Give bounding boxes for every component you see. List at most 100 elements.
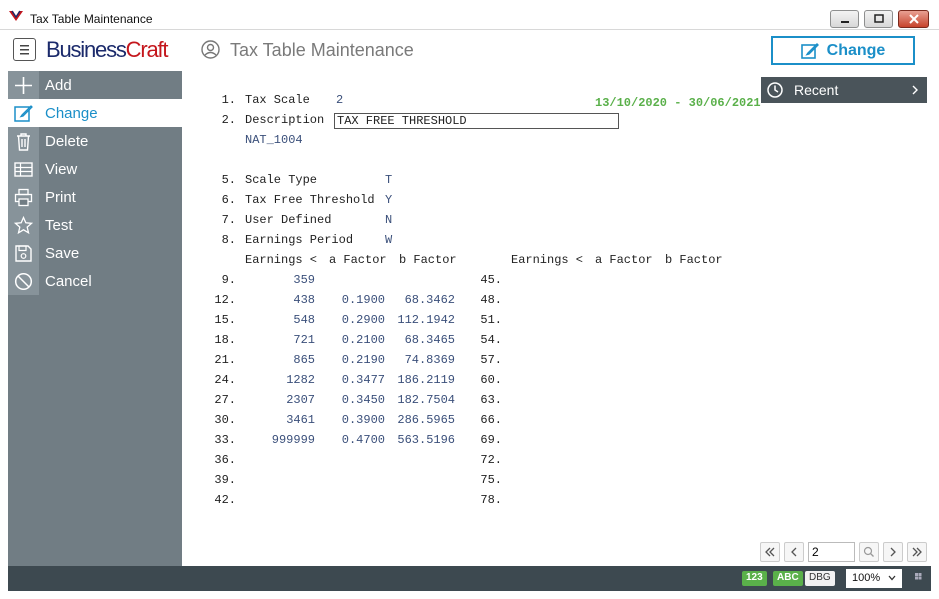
a-factor-cell[interactable]: 0.3477 [325,373,385,387]
row-number: 63. [480,393,502,407]
a-factor-cell[interactable]: 0.3450 [325,393,385,407]
row-number: 42. [214,493,236,507]
b-factor-cell[interactable]: 186.2119 [385,373,455,387]
plus-icon [15,77,32,94]
close-button[interactable] [898,10,929,28]
earnings-cell[interactable]: 3461 [245,413,315,427]
zoom-select[interactable]: 100% [846,569,902,588]
businesscraft-logo: BusinessCraft [46,37,169,62]
text-mode-badge[interactable]: ABC [773,571,803,586]
earnings-cell[interactable]: 359 [245,273,315,287]
description-input[interactable]: TAX FREE THRESHOLD [334,113,619,129]
action-sidebar: Add Change Delete View Print Test Save C… [8,71,182,566]
a-factor-cell[interactable]: 0.2900 [325,313,385,327]
earnings-cell[interactable]: 2307 [245,393,315,407]
status-footer: 123 ABC DBG 100% [8,566,931,591]
close-icon [908,14,919,24]
window-titlebar: Tax Table Maintenance [0,0,939,30]
earnings-cell[interactable]: 721 [245,333,315,347]
b-factor-cell[interactable]: 74.8369 [385,353,455,367]
trash-icon [17,133,30,151]
clock-icon [767,82,783,98]
minimize-icon [840,21,849,23]
row-number: 57. [480,353,502,367]
a-factor-cell[interactable]: 0.2190 [325,353,385,367]
page-search-button[interactable] [859,542,879,562]
field-number: 2. [221,113,236,127]
sidebar-item-cancel[interactable]: Cancel [8,267,182,295]
star-icon [14,216,33,235]
a-factor-cell[interactable]: 0.1900 [325,293,385,307]
sidebar-item-label: Cancel [45,273,92,290]
row-number: 54. [480,333,502,347]
debug-badge[interactable]: DBG [805,571,835,586]
tax-free-threshold-value[interactable]: Y [385,193,392,207]
row-number: 15. [214,313,236,327]
next-page-button[interactable] [883,542,903,562]
a-factor-cell[interactable]: 0.3900 [325,413,385,427]
tax-scale-value[interactable]: 2 [336,93,343,107]
field-number: 5. [221,173,236,187]
restore-button[interactable] [864,10,893,28]
b-factor-cell[interactable]: 286.5965 [385,413,455,427]
printer-icon [14,188,33,207]
earnings-cell[interactable]: 999999 [245,433,315,447]
grid-icon[interactable] [915,573,924,582]
first-page-button[interactable] [760,542,780,562]
user-defined-value[interactable]: N [385,213,392,227]
zoom-value: 100% [852,572,881,584]
sidebar-item-change[interactable]: Change [8,99,182,127]
hamburger-icon [20,45,29,55]
last-page-button[interactable] [907,542,927,562]
sidebar-item-add[interactable]: Add [8,71,182,99]
row-number: 60. [480,373,502,387]
row-number: 39. [214,473,236,487]
sidebar-item-label: Change [45,105,98,122]
recent-panel-toggle[interactable]: Recent [761,77,927,103]
chevron-right-icon [912,85,918,95]
change-mode-button[interactable]: Change [771,36,915,65]
restore-icon [873,14,884,23]
row-number: 45. [480,273,502,287]
scale-type-value[interactable]: T [385,173,392,187]
column-header-b-factor: b Factor [665,253,723,267]
earnings-period-value[interactable]: W [385,233,392,247]
b-factor-cell[interactable]: 563.5196 [385,433,455,447]
row-number: 36. [214,453,236,467]
b-factor-cell[interactable]: 68.3462 [385,293,455,307]
b-factor-cell[interactable]: 182.7504 [385,393,455,407]
minimize-button[interactable] [830,10,859,28]
page-number-input[interactable] [808,542,855,562]
row-number: 18. [214,333,236,347]
a-factor-cell[interactable]: 0.4700 [325,433,385,447]
chevron-down-icon [888,575,896,581]
field-label-tax-free-threshold: Tax Free Threshold [245,193,375,207]
numeric-mode-badge[interactable]: 123 [742,571,767,586]
earnings-cell[interactable]: 438 [245,293,315,307]
row-number: 9. [221,273,236,287]
hamburger-menu-button[interactable] [13,38,36,61]
previous-page-button[interactable] [784,542,804,562]
field-label-earnings-period: Earnings Period [245,233,354,247]
sidebar-item-delete[interactable]: Delete [8,127,182,155]
sidebar-item-print[interactable]: Print [8,183,182,211]
row-number: 21. [214,353,236,367]
b-factor-cell[interactable]: 68.3465 [385,333,455,347]
sidebar-item-label: Add [45,77,72,94]
earnings-cell[interactable]: 548 [245,313,315,327]
column-header-b-factor: b Factor [399,253,457,267]
search-icon [863,546,874,557]
earnings-cell[interactable]: 1282 [245,373,315,387]
sidebar-item-view[interactable]: View [8,155,182,183]
sidebar-item-test[interactable]: Test [8,211,182,239]
row-number: 27. [214,393,236,407]
row-number: 75. [480,473,502,487]
b-factor-cell[interactable]: 112.1942 [385,313,455,327]
a-factor-cell[interactable]: 0.2100 [325,333,385,347]
row-number: 72. [480,453,502,467]
change-mode-label: Change [826,41,886,59]
sidebar-item-save[interactable]: Save [8,239,182,267]
app-logo-icon [9,10,23,21]
table-icon [14,162,33,177]
earnings-cell[interactable]: 865 [245,353,315,367]
